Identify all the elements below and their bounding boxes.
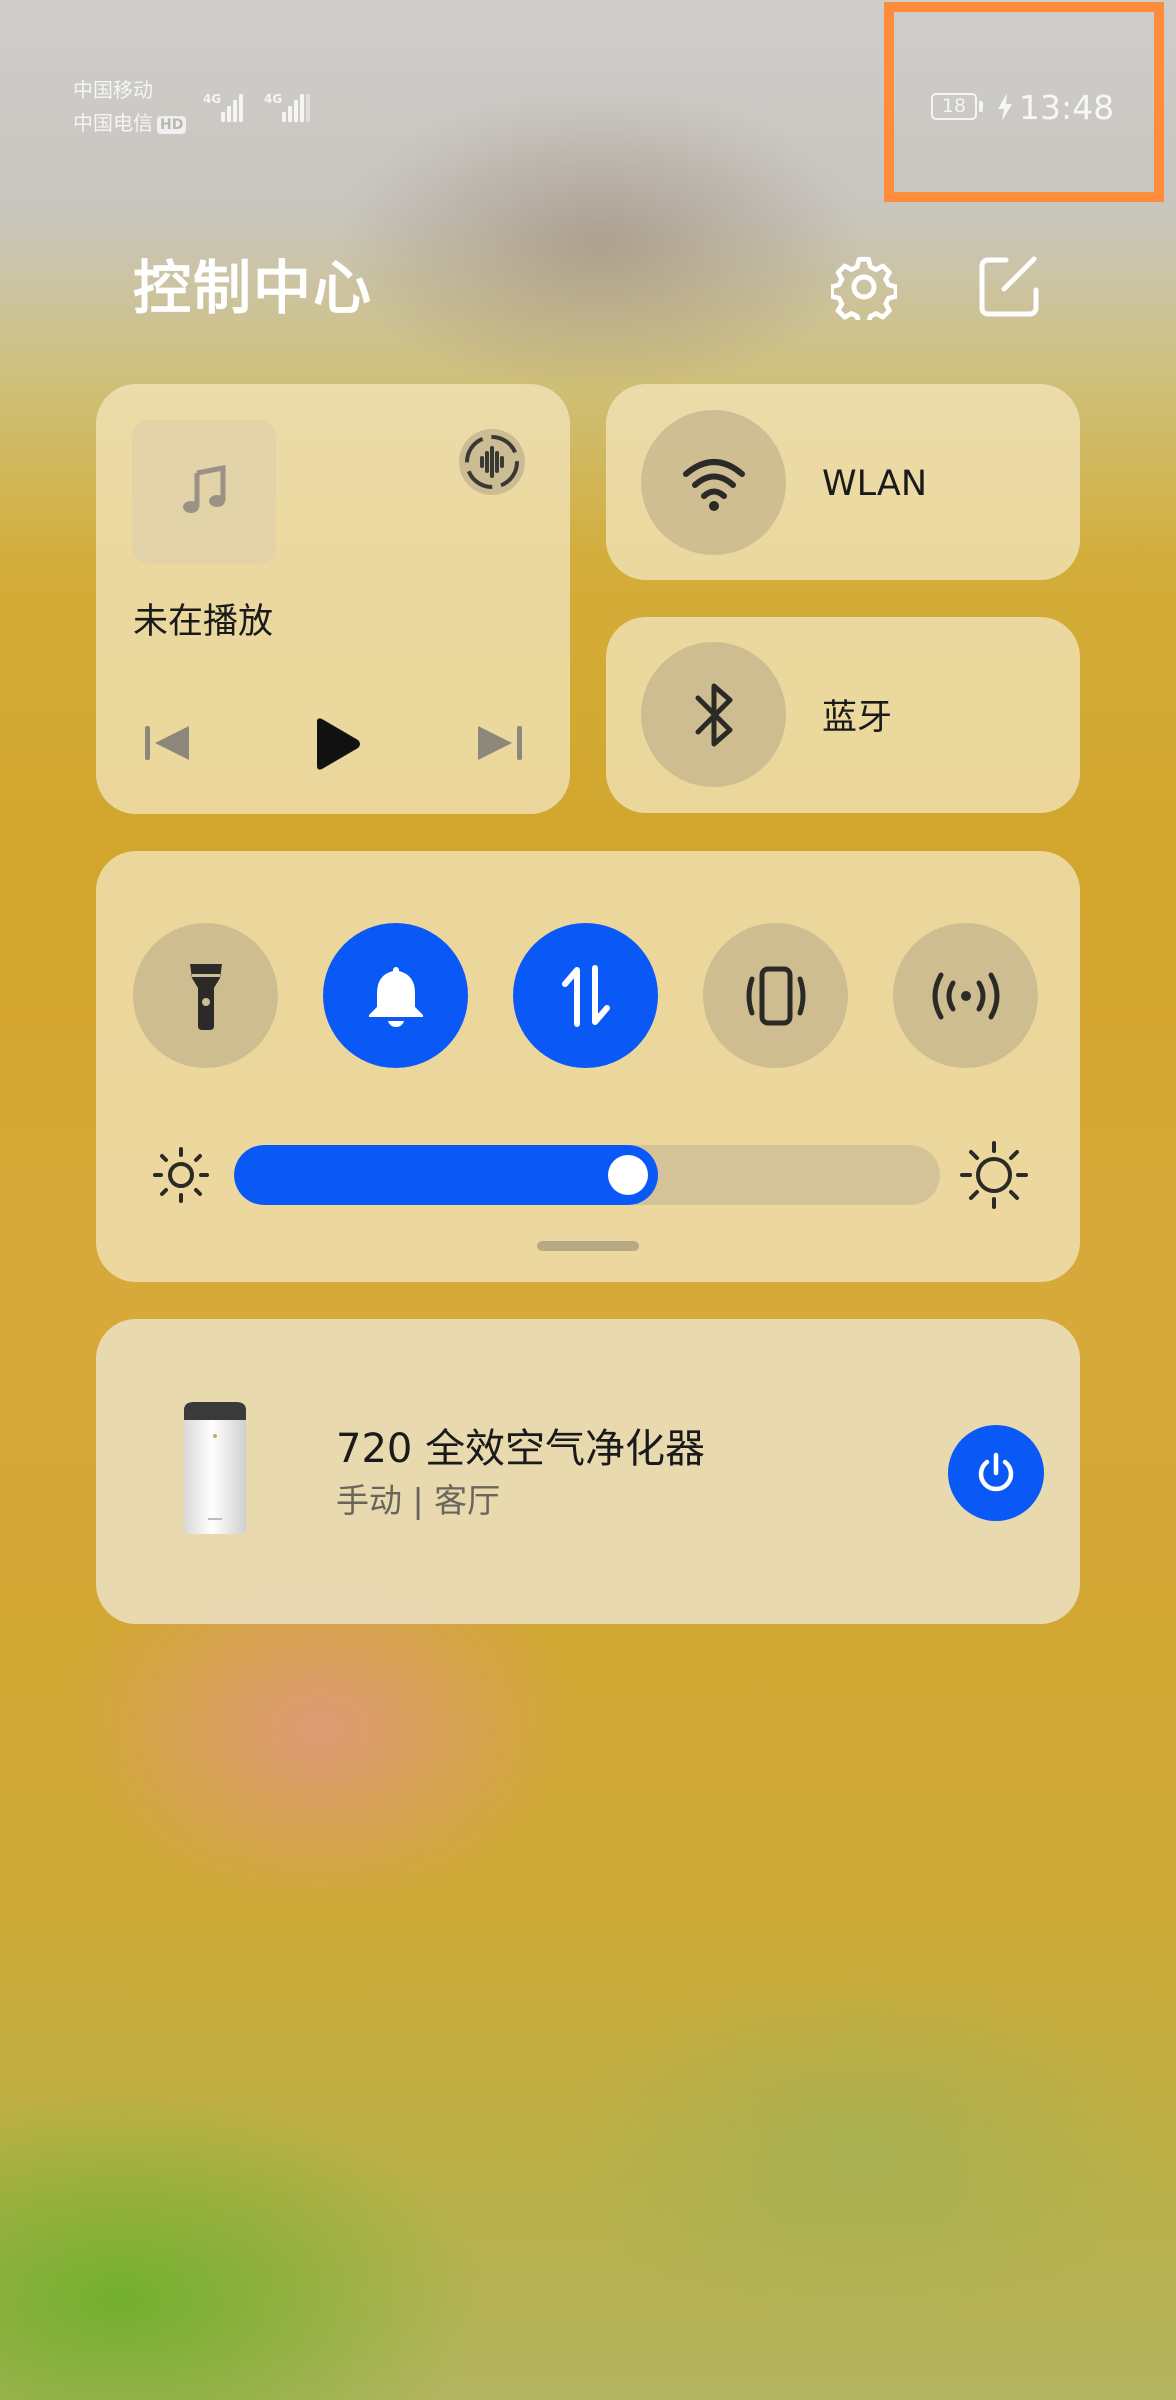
air-purifier-image: [178, 1400, 252, 1538]
bluetooth-toggle[interactable]: [641, 642, 786, 787]
flashlight-icon: [189, 963, 222, 1030]
brightness-knob[interactable]: [608, 1155, 648, 1195]
music-note-icon: [183, 465, 226, 513]
gear-icon: [831, 256, 897, 320]
clock: 13:48: [1019, 88, 1115, 127]
carrier-2-label: 中国电信: [73, 111, 153, 135]
signal-icon-2: 4G: [264, 92, 316, 122]
audio-output-button[interactable]: [456, 426, 528, 498]
mobile-data-icon: [561, 964, 610, 1027]
edit-button[interactable]: [974, 252, 1044, 322]
flashlight-toggle[interactable]: [133, 923, 278, 1068]
wlan-toggle[interactable]: [641, 410, 786, 555]
wifi-icon: [682, 458, 745, 511]
network-type-2: 4G: [264, 92, 283, 106]
album-art: [132, 420, 276, 564]
previous-icon: [145, 726, 189, 760]
previous-button[interactable]: [143, 724, 193, 762]
power-icon: [978, 1452, 1014, 1492]
carrier-1: 中国移动: [73, 78, 153, 102]
mobile-data-toggle[interactable]: [513, 923, 658, 1068]
drag-handle[interactable]: [537, 1241, 639, 1251]
bluetooth-label: 蓝牙: [822, 698, 893, 738]
signal-icon-1: 4G: [203, 92, 243, 122]
network-type-1: 4G: [203, 92, 222, 106]
hotspot-toggle[interactable]: [893, 923, 1038, 1068]
play-icon: [317, 718, 360, 770]
carrier-2: 中国电信 HD: [73, 110, 187, 136]
audio-wave-icon: [459, 429, 525, 495]
brightness-fill: [234, 1145, 658, 1205]
media-status: 未在播放: [133, 602, 274, 642]
ring-mode-toggle[interactable]: [323, 923, 468, 1068]
next-icon: [478, 726, 522, 760]
brightness-slider[interactable]: [234, 1145, 940, 1205]
settings-button[interactable]: [829, 252, 899, 322]
battery-icon: 18: [931, 93, 977, 120]
bell-icon: [368, 966, 423, 1027]
hotspot-icon: [932, 972, 999, 1019]
wlan-label: WLAN: [822, 464, 928, 504]
vibrate-toggle[interactable]: [703, 923, 848, 1068]
vibrate-icon: [746, 966, 805, 1025]
brightness-high-icon: [959, 1140, 1029, 1210]
bluetooth-icon: [695, 683, 732, 746]
page-title: 控制中心: [133, 254, 374, 322]
device-power-button[interactable]: [948, 1425, 1044, 1521]
brightness-low-icon: [150, 1144, 212, 1206]
hd-badge: HD: [157, 115, 187, 134]
device-name: 720 全效空气净化器: [336, 1426, 706, 1472]
device-status: 手动 | 客厅: [336, 1481, 501, 1520]
play-button[interactable]: [311, 716, 363, 772]
battery-tip: [979, 101, 983, 112]
charging-icon: [998, 93, 1012, 121]
next-button[interactable]: [474, 724, 524, 762]
edit-icon: [979, 256, 1039, 317]
